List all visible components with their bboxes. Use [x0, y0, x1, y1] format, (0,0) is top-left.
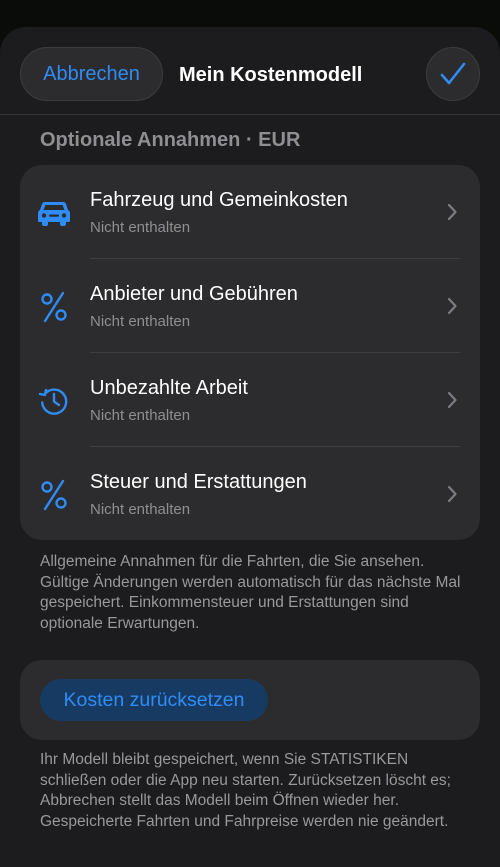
list-item-providers[interactable]: Anbieter und Gebühren Nicht enthalten: [20, 259, 480, 353]
checkmark-icon: [440, 62, 466, 85]
list-item-subtitle: Nicht enthalten: [90, 313, 191, 330]
percent-icon: [34, 477, 74, 513]
car-icon: [34, 195, 74, 231]
list-item-unpaid-work[interactable]: Unbezahlte Arbeit Nicht enthalten: [20, 353, 480, 447]
cancel-button[interactable]: Abbrechen: [20, 47, 163, 101]
list-item-tax[interactable]: Steuer und Erstattungen Nicht enthalten: [20, 447, 480, 540]
list-item-title: Steuer und Erstattungen: [90, 471, 307, 493]
list-item-title: Unbezahlte Arbeit: [90, 377, 248, 399]
list-item-subtitle: Nicht enthalten: [90, 219, 191, 236]
navigation-bar: Abbrechen Mein Kostenmodell: [0, 27, 500, 115]
chevron-right-icon: [447, 485, 457, 503]
done-button[interactable]: [426, 47, 480, 101]
reset-footnote: Ihr Modell bleibt gespeichert, wenn Sie …: [40, 751, 451, 830]
reset-card: Kosten zurücksetzen: [20, 660, 480, 740]
list-item-subtitle: Nicht enthalten: [90, 407, 191, 424]
history-clock-icon: [34, 383, 74, 419]
assumptions-list: Fahrzeug und Gemeinkosten Nicht enthalte…: [20, 165, 480, 540]
cost-model-sheet: Abbrechen Mein Kostenmodell Optionale An…: [0, 27, 500, 867]
reset-costs-button[interactable]: Kosten zurücksetzen: [40, 679, 268, 721]
section-header: Optionale Annahmen · EUR: [40, 129, 301, 151]
page-title: Mein Kostenmodell: [179, 64, 363, 86]
list-item-title: Anbieter und Gebühren: [90, 283, 298, 305]
assumptions-footnote: Allgemeine Annahmen für die Fahrten, die…: [40, 553, 461, 632]
chevron-right-icon: [447, 297, 457, 315]
chevron-right-icon: [447, 203, 457, 221]
list-item-subtitle: Nicht enthalten: [90, 501, 191, 518]
list-item-vehicle[interactable]: Fahrzeug und Gemeinkosten Nicht enthalte…: [20, 165, 480, 259]
percent-icon: [34, 289, 74, 325]
list-item-title: Fahrzeug und Gemeinkosten: [90, 189, 348, 211]
chevron-right-icon: [447, 391, 457, 409]
